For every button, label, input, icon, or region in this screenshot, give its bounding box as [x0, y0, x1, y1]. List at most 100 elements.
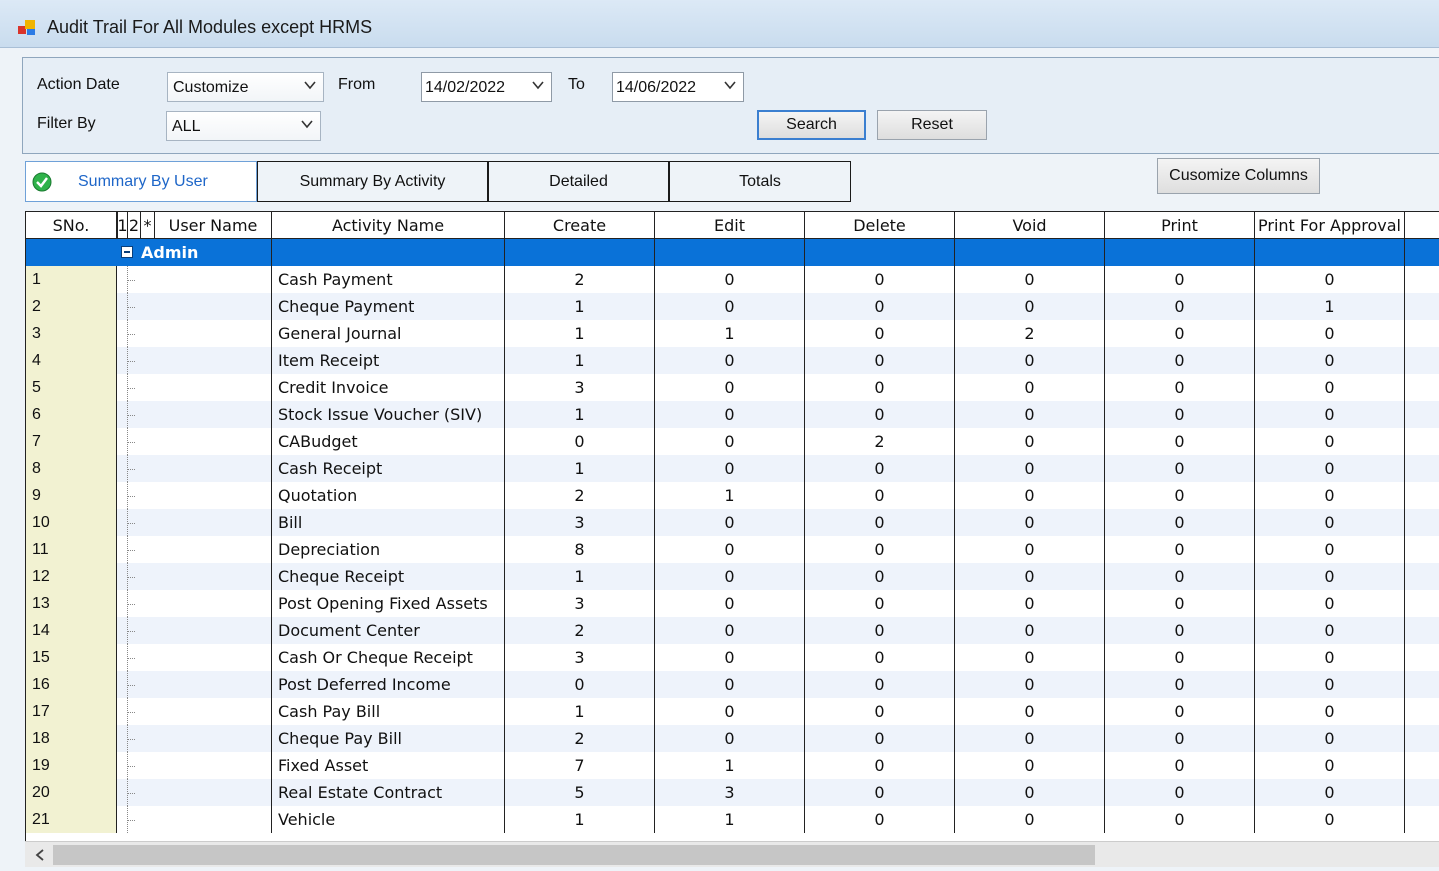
activity-name-cell: Cash Or Cheque Receipt [272, 644, 505, 671]
table-row[interactable]: 8 Cash Receipt 1 0 0 0 0 0 [26, 455, 1439, 482]
table-row[interactable]: 5 Credit Invoice 3 0 0 0 0 0 [26, 374, 1439, 401]
table-row[interactable]: 16 Post Deferred Income 0 0 0 0 0 0 [26, 671, 1439, 698]
group-name: Admin [141, 243, 199, 262]
void-cell: 0 [955, 725, 1105, 752]
table-row[interactable]: 7 CABudget 0 0 2 0 0 0 [26, 428, 1439, 455]
col-void[interactable]: Void [955, 212, 1105, 239]
table-row[interactable]: 13 Post Opening Fixed Assets 3 0 0 0 0 0 [26, 590, 1439, 617]
print-for-approval-cell: 0 [1255, 482, 1405, 509]
delete-cell: 0 [805, 806, 955, 833]
create-cell: 1 [505, 698, 655, 725]
table-row[interactable]: 12 Cheque Receipt 1 0 0 0 0 0 [26, 563, 1439, 590]
scroll-left-icon[interactable] [33, 848, 47, 862]
collapse-icon[interactable] [121, 246, 133, 258]
table-row[interactable]: 19 Fixed Asset 7 1 0 0 0 0 [26, 752, 1439, 779]
search-button[interactable]: Search [757, 110, 866, 140]
create-cell: 3 [505, 644, 655, 671]
create-cell: 1 [505, 806, 655, 833]
activity-name-cell: Fixed Asset [272, 752, 505, 779]
col-delete[interactable]: Delete [805, 212, 955, 239]
table-row[interactable]: 1 Cash Payment 2 0 0 0 0 0 [26, 266, 1439, 293]
table-row[interactable]: 14 Document Center 2 0 0 0 0 0 [26, 617, 1439, 644]
activity-name-cell: Cheque Payment [272, 293, 505, 320]
table-row[interactable]: 21 Vehicle 1 1 0 0 0 0 [26, 806, 1439, 833]
void-cell: 0 [955, 293, 1105, 320]
delete-cell: 0 [805, 563, 955, 590]
sno-cell: 14 [26, 617, 117, 644]
col-create[interactable]: Create [505, 212, 655, 239]
scrollbar-thumb[interactable] [53, 845, 1095, 865]
void-cell: 0 [955, 266, 1105, 293]
edit-cell: 0 [655, 428, 805, 455]
tab-summary-by-user[interactable]: Summary By User [25, 161, 257, 202]
reset-button[interactable]: Reset [877, 110, 987, 140]
table-row[interactable]: 11 Depreciation 8 0 0 0 0 0 [26, 536, 1439, 563]
col-edit[interactable]: Edit [655, 212, 805, 239]
from-date-picker[interactable]: 14/02/2022 [421, 72, 552, 102]
delete-cell: 0 [805, 320, 955, 347]
table-row[interactable]: 3 General Journal 1 1 0 2 0 0 [26, 320, 1439, 347]
col-activity-name[interactable]: Activity Name [272, 212, 505, 239]
table-row[interactable]: 20 Real Estate Contract 5 3 0 0 0 0 [26, 779, 1439, 806]
void-cell: 2 [955, 320, 1105, 347]
customize-columns-button[interactable]: Cusomize Columns [1157, 158, 1320, 194]
col-star[interactable]: * [141, 212, 155, 239]
col-level-1[interactable]: 1 [117, 212, 128, 239]
delete-cell: 0 [805, 752, 955, 779]
group-row-admin[interactable]: Admin [26, 239, 1439, 266]
sno-cell: 18 [26, 725, 117, 752]
print-cell: 0 [1105, 374, 1255, 401]
action-date-combo[interactable]: Customize [167, 72, 324, 102]
col-print[interactable]: Print [1105, 212, 1255, 239]
activity-name-cell: Vehicle [272, 806, 505, 833]
create-cell: 2 [505, 266, 655, 293]
edit-cell: 0 [655, 725, 805, 752]
print-for-approval-cell: 0 [1255, 347, 1405, 374]
edit-cell: 0 [655, 563, 805, 590]
col-level-2[interactable]: 2 [128, 212, 141, 239]
tab-summary-by-activity[interactable]: Summary By Activity [257, 161, 488, 202]
edit-cell: 0 [655, 644, 805, 671]
user-name-cell [155, 374, 272, 401]
table-row[interactable]: 4 Item Receipt 1 0 0 0 0 0 [26, 347, 1439, 374]
edit-cell: 0 [655, 347, 805, 374]
tab-detailed[interactable]: Detailed [488, 161, 669, 202]
user-name-cell [155, 671, 272, 698]
chevron-down-icon[interactable] [723, 78, 737, 92]
print-cell: 0 [1105, 482, 1255, 509]
print-for-approval-cell: 0 [1255, 725, 1405, 752]
print-for-approval-cell: 0 [1255, 617, 1405, 644]
from-label: From [338, 76, 376, 93]
create-cell: 0 [505, 428, 655, 455]
table-row[interactable]: 10 Bill 3 0 0 0 0 0 [26, 509, 1439, 536]
create-cell: 7 [505, 752, 655, 779]
user-name-cell [155, 293, 272, 320]
print-for-approval-cell: 0 [1255, 455, 1405, 482]
table-row[interactable]: 17 Cash Pay Bill 1 0 0 0 0 0 [26, 698, 1439, 725]
void-cell: 0 [955, 401, 1105, 428]
chevron-down-icon[interactable] [531, 78, 545, 92]
activity-name-cell: Cash Pay Bill [272, 698, 505, 725]
delete-cell: 0 [805, 455, 955, 482]
table-row[interactable]: 15 Cash Or Cheque Receipt 3 0 0 0 0 0 [26, 644, 1439, 671]
edit-cell: 0 [655, 509, 805, 536]
void-cell: 0 [955, 563, 1105, 590]
edit-cell: 0 [655, 590, 805, 617]
to-date-picker[interactable]: 14/06/2022 [612, 72, 744, 102]
tab-totals[interactable]: Totals [669, 161, 851, 202]
col-print-for-approval[interactable]: Print For Approval [1255, 212, 1405, 239]
table-row[interactable]: 6 Stock Issue Voucher (SIV) 1 0 0 0 0 0 [26, 401, 1439, 428]
table-row[interactable]: 2 Cheque Payment 1 0 0 0 0 1 [26, 293, 1439, 320]
filter-by-combo[interactable]: ALL [166, 111, 321, 141]
audit-grid: SNo. 1 2 * User Name Activity Name Creat… [25, 211, 1439, 841]
horizontal-scrollbar[interactable] [25, 841, 1439, 867]
print-for-approval-cell: 0 [1255, 806, 1405, 833]
col-user-name[interactable]: User Name [155, 212, 272, 239]
filter-panel: Action Date Customize From 14/02/2022 To… [22, 57, 1439, 154]
col-sno[interactable]: SNo. [26, 212, 117, 239]
activity-name-cell: Item Receipt [272, 347, 505, 374]
print-for-approval-cell: 0 [1255, 671, 1405, 698]
table-row[interactable]: 9 Quotation 2 1 0 0 0 0 [26, 482, 1439, 509]
print-cell: 0 [1105, 347, 1255, 374]
table-row[interactable]: 18 Cheque Pay Bill 2 0 0 0 0 0 [26, 725, 1439, 752]
